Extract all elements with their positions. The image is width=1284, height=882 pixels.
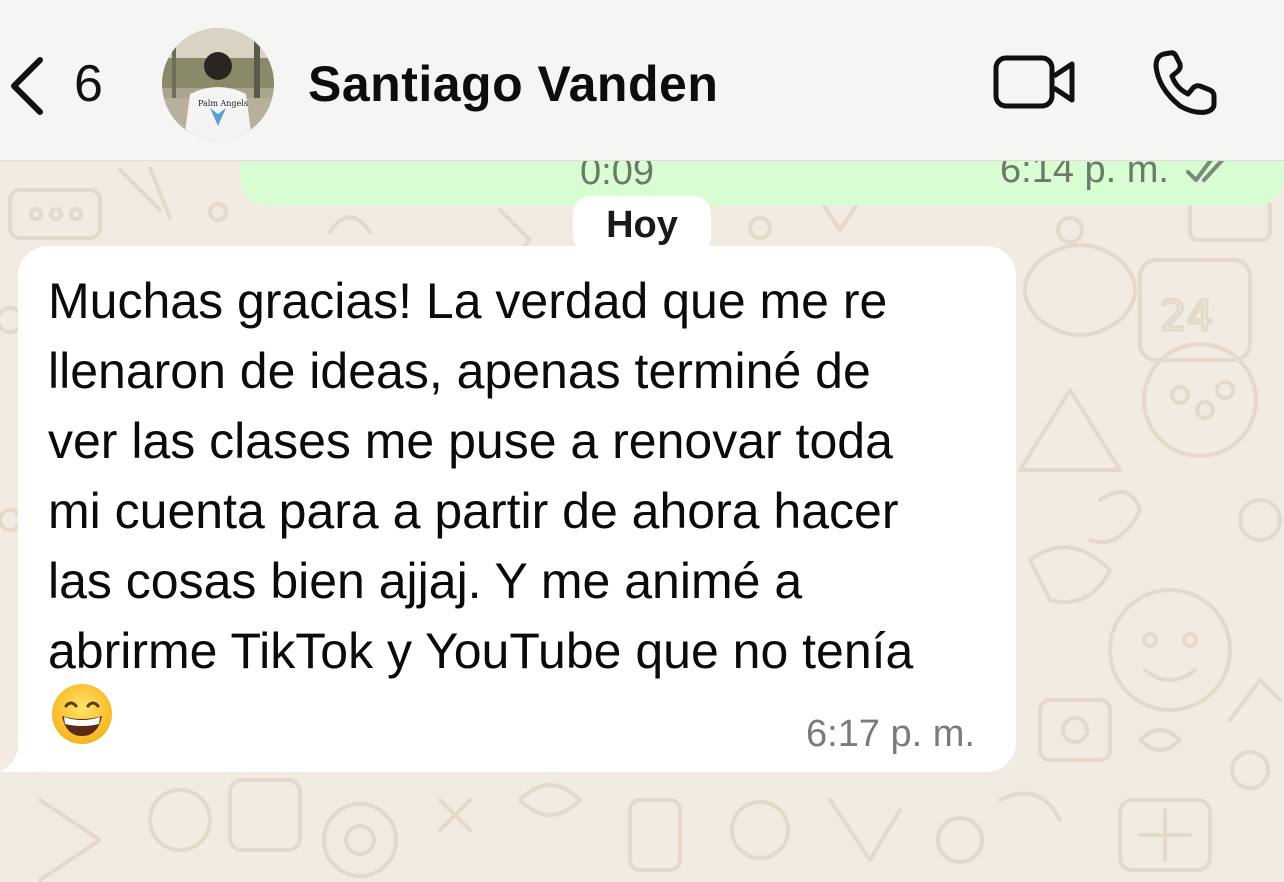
phone-icon [1153, 50, 1217, 115]
message-line: ver las clases me puse a renovar toda [48, 413, 893, 469]
message-text: Muchas gracias! La verdad que me re llen… [48, 266, 998, 686]
message-line: mi cuenta para a partir de ahora hacer [48, 483, 899, 539]
contact-avatar-photo: Palm Angels [162, 28, 274, 140]
back-button[interactable]: 6 [0, 38, 120, 130]
video-call-button[interactable] [992, 52, 1078, 112]
message-line: abrirme TikTok y YouTube que no tenía [48, 623, 914, 679]
svg-text:Palm Angels: Palm Angels [198, 99, 248, 108]
unread-count: 6 [74, 55, 103, 113]
contact-name[interactable]: Santiago Vanden [308, 54, 718, 114]
svg-text:24: 24 [1160, 291, 1213, 340]
avatar[interactable]: Palm Angels [162, 28, 274, 140]
video-camera-icon [993, 55, 1075, 109]
message-line: llenaron de ideas, apenas terminé de [48, 343, 871, 399]
message-line: las cosas bien ajjaj. Y me animé a [48, 553, 803, 609]
message-line: Muchas gracias! La verdad que me re [48, 273, 888, 329]
voice-call-button[interactable] [1150, 48, 1222, 118]
chevron-left-icon [11, 57, 43, 115]
incoming-message-bubble[interactable]: Muchas gracias! La verdad que me re llen… [18, 246, 1016, 772]
date-separator: Hoy [573, 196, 711, 254]
message-timestamp: 6:17 p. m. [806, 713, 975, 755]
grinning-emoji-icon [52, 684, 112, 744]
chat-header: 6 Palm Angels Santiago Vanden [0, 0, 1284, 161]
